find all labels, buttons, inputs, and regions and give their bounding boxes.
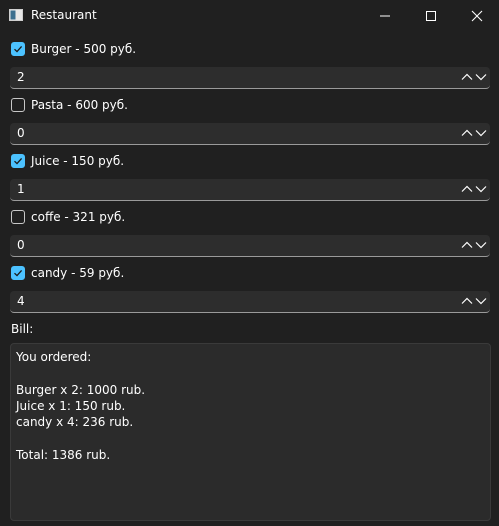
quantity-spinbox-candy[interactable]: 4 xyxy=(10,291,490,313)
checkmark-icon xyxy=(14,157,23,165)
chevron-up-icon[interactable] xyxy=(461,184,473,194)
chevron-up-icon[interactable] xyxy=(461,72,473,82)
checkbox-candy[interactable]: candy - 59 руб. xyxy=(11,264,124,282)
chevron-up-icon[interactable] xyxy=(461,240,473,250)
bill-label: Bill: xyxy=(11,322,34,336)
checkbox-coffe[interactable]: coffe - 321 руб. xyxy=(11,208,125,226)
quantity-value-pasta[interactable]: 0 xyxy=(17,126,25,140)
quantity-value-candy[interactable]: 4 xyxy=(17,294,25,308)
chevron-down-icon[interactable] xyxy=(475,296,487,306)
chevron-down-icon[interactable] xyxy=(475,72,487,82)
quantity-spinbox-juice[interactable]: 1 xyxy=(10,179,490,201)
checkbox-label-juice: Juice - 150 руб. xyxy=(31,154,125,168)
chevron-down-icon[interactable] xyxy=(475,240,487,250)
chevron-up-icon[interactable] xyxy=(461,128,473,138)
checkbox-label-candy: candy - 59 руб. xyxy=(31,266,125,280)
checkbox-label-burger: Burger - 500 руб. xyxy=(31,42,137,56)
checkbox-box-coffe[interactable] xyxy=(11,210,25,224)
chevron-down-icon[interactable] xyxy=(475,128,487,138)
bill-line: Juice x 1: 150 rub. xyxy=(16,398,126,413)
bill-line xyxy=(16,365,485,381)
maximize-icon xyxy=(426,11,436,21)
checkmark-icon xyxy=(14,45,23,53)
close-button[interactable] xyxy=(454,0,499,32)
checkbox-juice[interactable]: Juice - 150 руб. xyxy=(11,152,124,170)
bill-line: candy x 4: 236 rub. xyxy=(16,415,134,430)
window-title: Restaurant xyxy=(31,8,97,22)
main-window: Restaurant Burger - 500 руб. 2 Pasta - 6… xyxy=(0,0,499,526)
bill-textarea[interactable]: You ordered: Burger x 2: 1000 rub. Juice… xyxy=(10,343,491,521)
checkbox-box-juice[interactable] xyxy=(11,154,25,168)
minimize-button[interactable] xyxy=(362,0,408,32)
chevron-up-icon[interactable] xyxy=(461,296,473,306)
maximize-button[interactable] xyxy=(408,0,454,32)
bill-total: Total: 1386 rub. xyxy=(16,447,111,462)
quantity-spinbox-pasta[interactable]: 0 xyxy=(10,123,490,145)
checkbox-label-coffe: coffe - 321 руб. xyxy=(31,210,126,224)
bill-line: Burger x 2: 1000 rub. xyxy=(16,382,146,397)
quantity-value-coffe[interactable]: 0 xyxy=(17,238,25,252)
minimize-icon xyxy=(380,15,390,17)
quantity-value-burger[interactable]: 2 xyxy=(17,70,25,84)
chevron-down-icon[interactable] xyxy=(475,184,487,194)
quantity-value-juice[interactable]: 1 xyxy=(17,182,25,196)
checkbox-box-burger[interactable] xyxy=(11,42,25,56)
bill-line: You ordered: xyxy=(16,350,92,364)
checkbox-burger[interactable]: Burger - 500 руб. xyxy=(11,40,136,58)
checkmark-icon xyxy=(14,269,23,277)
quantity-spinbox-burger[interactable]: 2 xyxy=(10,67,490,89)
checkbox-label-pasta: Pasta - 600 руб. xyxy=(31,98,128,112)
checkbox-box-candy[interactable] xyxy=(11,266,25,280)
close-icon xyxy=(471,10,483,22)
title-bar[interactable]: Restaurant xyxy=(0,0,499,32)
checkbox-box-pasta[interactable] xyxy=(11,98,25,112)
bill-line xyxy=(16,430,485,446)
quantity-spinbox-coffe[interactable]: 0 xyxy=(10,235,490,257)
checkbox-pasta[interactable]: Pasta - 600 руб. xyxy=(11,96,128,114)
app-window-icon xyxy=(9,9,23,21)
